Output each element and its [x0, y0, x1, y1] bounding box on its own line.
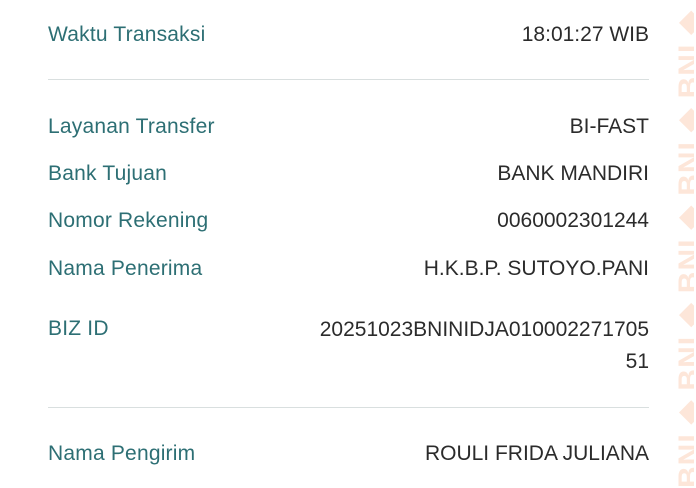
waktu-transaksi-label: Waktu Transaksi	[48, 23, 206, 46]
nomor-rekening-label: Nomor Rekening	[48, 209, 209, 232]
nama-pengirim-row: Nama Pengirim ROULI FRIDA JULIANA	[48, 441, 649, 470]
nama-penerima-row: Nama Penerima H.K.B.P. SUTOYO.PANI	[48, 256, 649, 285]
layanan-transfer-row: Layanan Transfer BI-FAST	[48, 114, 649, 143]
divider-1	[48, 79, 649, 80]
nama-pengirim-value: ROULI FRIDA JULIANA	[424, 442, 649, 465]
biz-id-label: BIZ ID	[48, 317, 109, 340]
nomor-rekening-value: 0060002301244	[497, 209, 649, 232]
divider-2	[48, 407, 649, 408]
nomor-rekening-row: Nomor Rekening 0060002301244	[48, 208, 649, 237]
nama-penerima-label: Nama Penerima	[48, 257, 203, 280]
layanan-transfer-label: Layanan Transfer	[48, 115, 215, 138]
bank-tujuan-value: BANK MANDIRI	[497, 162, 649, 185]
nama-pengirim-label: Nama Pengirim	[48, 442, 196, 465]
waktu-transaksi-value: 18:01:27 WIB	[521, 23, 649, 46]
bank-tujuan-row: Bank Tujuan BANK MANDIRI	[48, 161, 649, 190]
biz-id-row: BIZ ID 20251023BNINIDJA01000227170551	[48, 316, 649, 378]
layanan-transfer-value: BI-FAST	[569, 115, 649, 138]
transaction-receipt: Waktu Transaksi 18:01:27 WIB Layanan Tra…	[0, 0, 696, 467]
biz-id-value: 20251023BNINIDJA01000227170551	[319, 318, 649, 373]
waktu-transaksi-row: Waktu Transaksi 18:01:27 WIB	[48, 22, 649, 51]
nama-penerima-value: H.K.B.P. SUTOYO.PANI	[423, 257, 649, 280]
bank-tujuan-label: Bank Tujuan	[48, 162, 167, 185]
